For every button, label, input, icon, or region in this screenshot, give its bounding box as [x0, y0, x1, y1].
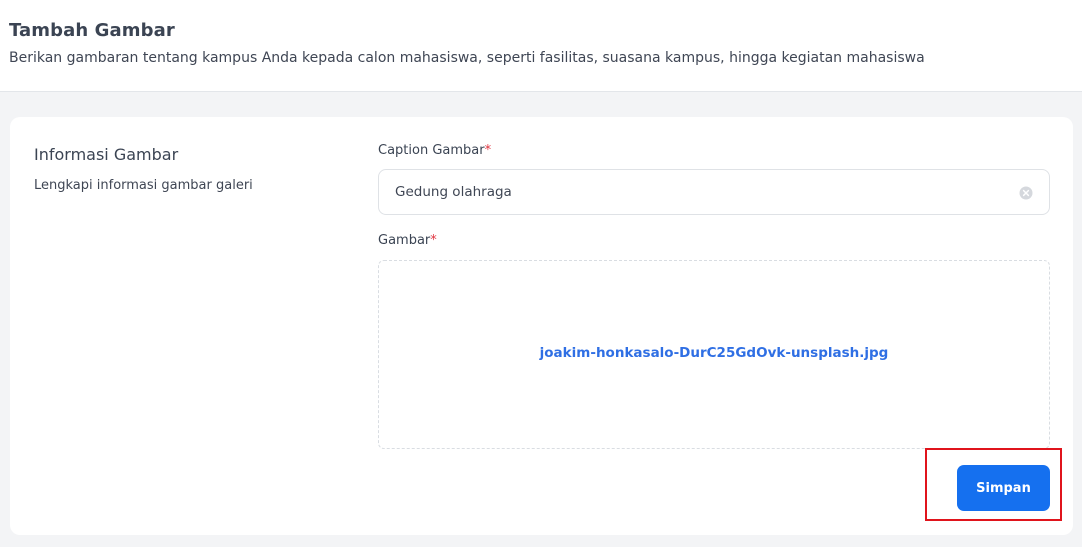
section-description: Lengkapi informasi gambar galeri — [34, 178, 253, 193]
caption-input[interactable] — [395, 170, 995, 214]
page-subtitle: Berikan gambaran tentang kampus Anda kep… — [9, 50, 925, 66]
caption-label-text: Caption Gambar — [378, 143, 485, 158]
section-title: Informasi Gambar — [34, 145, 179, 164]
clear-circle-icon[interactable] — [1019, 185, 1033, 200]
save-button[interactable]: Simpan — [957, 465, 1050, 511]
page-title: Tambah Gambar — [9, 20, 175, 41]
caption-label: Caption Gambar* — [378, 143, 491, 158]
image-form-card: Informasi Gambar Lengkapi informasi gamb… — [10, 117, 1073, 535]
image-required-mark: * — [430, 233, 437, 248]
image-label-text: Gambar — [378, 233, 431, 248]
image-label: Gambar* — [378, 233, 437, 248]
caption-required-mark: * — [484, 143, 492, 158]
uploaded-file-link[interactable]: joakim-honkasalo-DurC25GdOvk-unsplash.jp… — [379, 345, 1049, 361]
page-header: Tambah Gambar Berikan gambaran tentang k… — [0, 0, 1082, 92]
caption-field — [378, 169, 1050, 215]
image-dropzone[interactable]: joakim-honkasalo-DurC25GdOvk-unsplash.jp… — [378, 260, 1050, 449]
